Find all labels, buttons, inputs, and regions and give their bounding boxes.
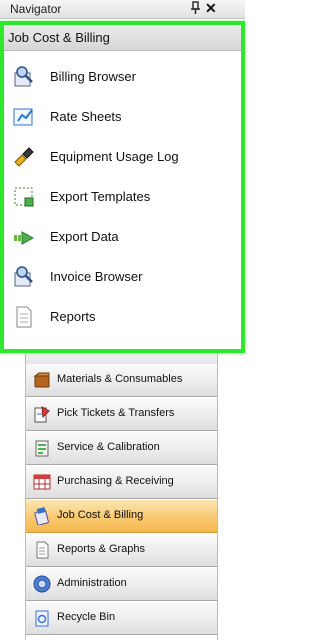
recycle-bin-icon [35,610,49,627]
rate-sheets-icon [13,108,33,126]
pick-tickets-icon [34,406,50,423]
administration-icon [33,575,51,593]
flyout-header: Job Cost & Billing [4,25,241,51]
flyout-item-invoice-browser[interactable]: Invoice Browser [4,257,241,295]
nav-item-materials-consumables[interactable]: Materials & Consumables [26,364,217,397]
invoice-browser-icon [14,266,33,287]
billing-browser-icon [14,66,33,87]
nav-item-service-calibration[interactable]: Service & Calibration [26,432,217,465]
flyout-item-reports[interactable]: Reports [4,297,241,335]
equipment-usage-icon [14,147,34,167]
nav-item-job-cost-billing[interactable]: Job Cost & Billing [26,500,217,533]
nav-item-pick-tickets-transfers[interactable]: Pick Tickets & Transfers [26,398,217,431]
export-templates-icon [14,187,34,207]
pin-icon[interactable] [190,1,202,15]
navigator-title: Navigator [10,2,62,16]
flyout-item-export-templates[interactable]: Export Templates [4,177,241,215]
job-cost-billing-icon [34,507,49,525]
flyout-item-equipment-usage-log[interactable]: Equipment Usage Log [4,137,241,175]
flyout-item-export-data[interactable]: Export Data [4,217,241,255]
job-cost-billing-flyout: Job Cost & Billing Billing Browser Rate … [0,21,245,353]
purchasing-icon [33,474,51,490]
navigator-title-bar: Navigator ✕ [0,0,245,19]
flyout-item-billing-browser[interactable]: Billing Browser [4,57,241,95]
nav-item-administration[interactable]: Administration [26,568,217,601]
flyout-title: Job Cost & Billing [8,30,110,45]
reports-graphs-icon [36,541,49,559]
export-data-icon [14,231,35,245]
close-icon[interactable]: ✕ [205,0,217,17]
navigation-pane: Materials & Consumables Pick Tickets & T… [25,340,218,640]
reports-icon [16,306,32,328]
service-calibration-icon [35,440,49,457]
nav-item-reports-graphs[interactable]: Reports & Graphs [26,534,217,567]
materials-icon [33,372,50,388]
flyout-item-rate-sheets[interactable]: Rate Sheets [4,97,241,135]
nav-item-recycle-bin[interactable]: Recycle Bin [26,602,217,635]
nav-item-purchasing-receiving[interactable]: Purchasing & Receiving [26,466,217,499]
